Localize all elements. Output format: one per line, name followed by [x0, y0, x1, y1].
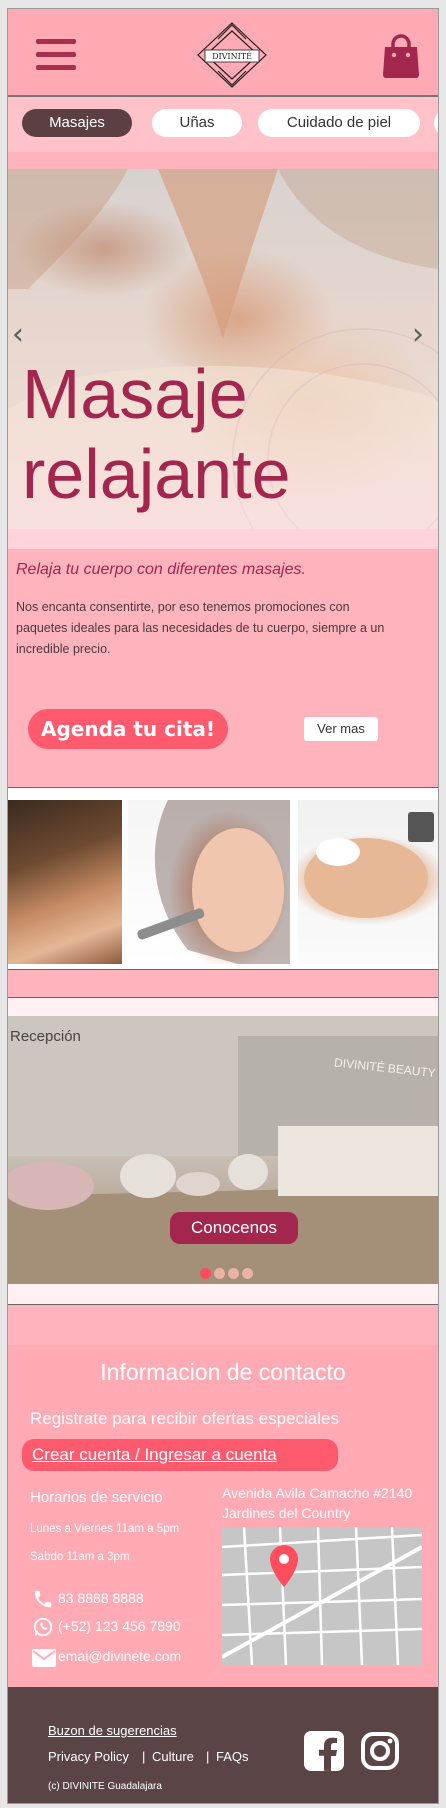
privacy-link[interactable]: Privacy Policy [48, 1749, 129, 1764]
carousel-dot-2[interactable] [214, 1268, 225, 1279]
service-image-body[interactable] [298, 800, 438, 964]
hero-title-line2: relajante [22, 435, 291, 513]
footer-separator-1: | [142, 1749, 146, 1764]
service-image-facial[interactable] [128, 800, 290, 964]
tab-cuidado-de-piel[interactable]: Cuidado de piel [258, 109, 420, 137]
reception-image: DIVINITÉ BEAUTY S Recepción Conocenos [8, 1016, 438, 1284]
hamburger-icon[interactable] [36, 39, 76, 71]
hours-saturday: Sabdo 11am a 3pm [30, 1551, 130, 1563]
address-line1: Avenida Avila Camacho #2140 [222, 1485, 413, 1501]
logo-wordmark: DIVINITÉ [212, 52, 252, 61]
service-image-massage[interactable] [8, 800, 122, 964]
intro-body: Nos encanta consentirte, por eso tenemos… [16, 600, 385, 656]
register-text: Registrate para recibir ofertas especial… [30, 1409, 339, 1428]
chevron-left-icon[interactable]: ‹ [12, 317, 24, 352]
hours-weekday: Lunes a Viernes 11am a 5pm [30, 1523, 180, 1535]
facebook-icon[interactable] [304, 1731, 344, 1771]
mail-icon [32, 1649, 56, 1667]
services-gallery [8, 787, 438, 970]
hero-title-line1: Masaje [22, 355, 248, 433]
brand-logo[interactable]: DIVINITÉ [194, 21, 270, 89]
tab-unas[interactable]: Uñas [152, 109, 242, 137]
phone-number: 83 8888 8888 [58, 1590, 144, 1606]
email-address: emai@divinete.com [58, 1648, 182, 1664]
create-account-link[interactable]: Crear cuenta / Ingresar a cuenta [22, 1439, 338, 1471]
contact-title: Informacion de contacto [100, 1359, 346, 1385]
footer-separator-2: | [206, 1749, 210, 1764]
about-us-button[interactable]: Conocenos [170, 1212, 298, 1244]
see-more-button[interactable]: Ver mas [304, 717, 378, 741]
culture-link[interactable]: Culture [152, 1749, 194, 1764]
tab-masajes[interactable]: Masajes [22, 109, 132, 137]
reception-label: Recepción [10, 1028, 81, 1045]
phone-icon [34, 1590, 52, 1608]
hero-title: Masaje relajante [22, 354, 438, 514]
faqs-link[interactable]: FAQs [216, 1749, 249, 1764]
hero-carousel: ‹ › Masaje relajante [8, 169, 438, 537]
whatsapp-number: (+52) 123 456 7890 [58, 1618, 181, 1634]
hours-title: Horarios de servicio [30, 1489, 163, 1506]
carousel-dot-4[interactable] [242, 1268, 253, 1279]
instagram-icon[interactable] [360, 1731, 400, 1771]
whatsapp-icon [33, 1617, 53, 1637]
book-appointment-button[interactable]: Agenda tu cita! [28, 709, 228, 749]
reception-section: DIVINITÉ BEAUTY S Recepción Conocenos [8, 997, 438, 1305]
address-line2: Jardines del Country [222, 1505, 351, 1521]
address: Avenida Avila Camacho #2140 Jardines del… [222, 1483, 428, 1523]
intro-subtitle: Relaja tu cuerpo con diferentes masajes. [16, 561, 306, 578]
suggestions-link[interactable]: Buzon de sugerencias [48, 1723, 177, 1738]
location-map[interactable] [222, 1527, 422, 1665]
site-header: DIVINITÉ [8, 9, 438, 97]
category-tabs: Masajes Uñas Cuidado de piel [8, 97, 438, 152]
tab-overflow[interactable] [434, 109, 438, 137]
carousel-dot-3[interactable] [228, 1268, 239, 1279]
copyright: (c) DIVINITE Guadalajara [48, 1781, 162, 1792]
hero-divider [8, 529, 438, 549]
chevron-right-icon[interactable]: › [412, 317, 424, 352]
carousel-dot-1[interactable] [200, 1268, 211, 1279]
shopping-bag-icon[interactable] [382, 33, 420, 79]
page-frame: DIVINITÉ Masajes Uñas Cuidado de piel ‹ … [7, 8, 439, 1804]
